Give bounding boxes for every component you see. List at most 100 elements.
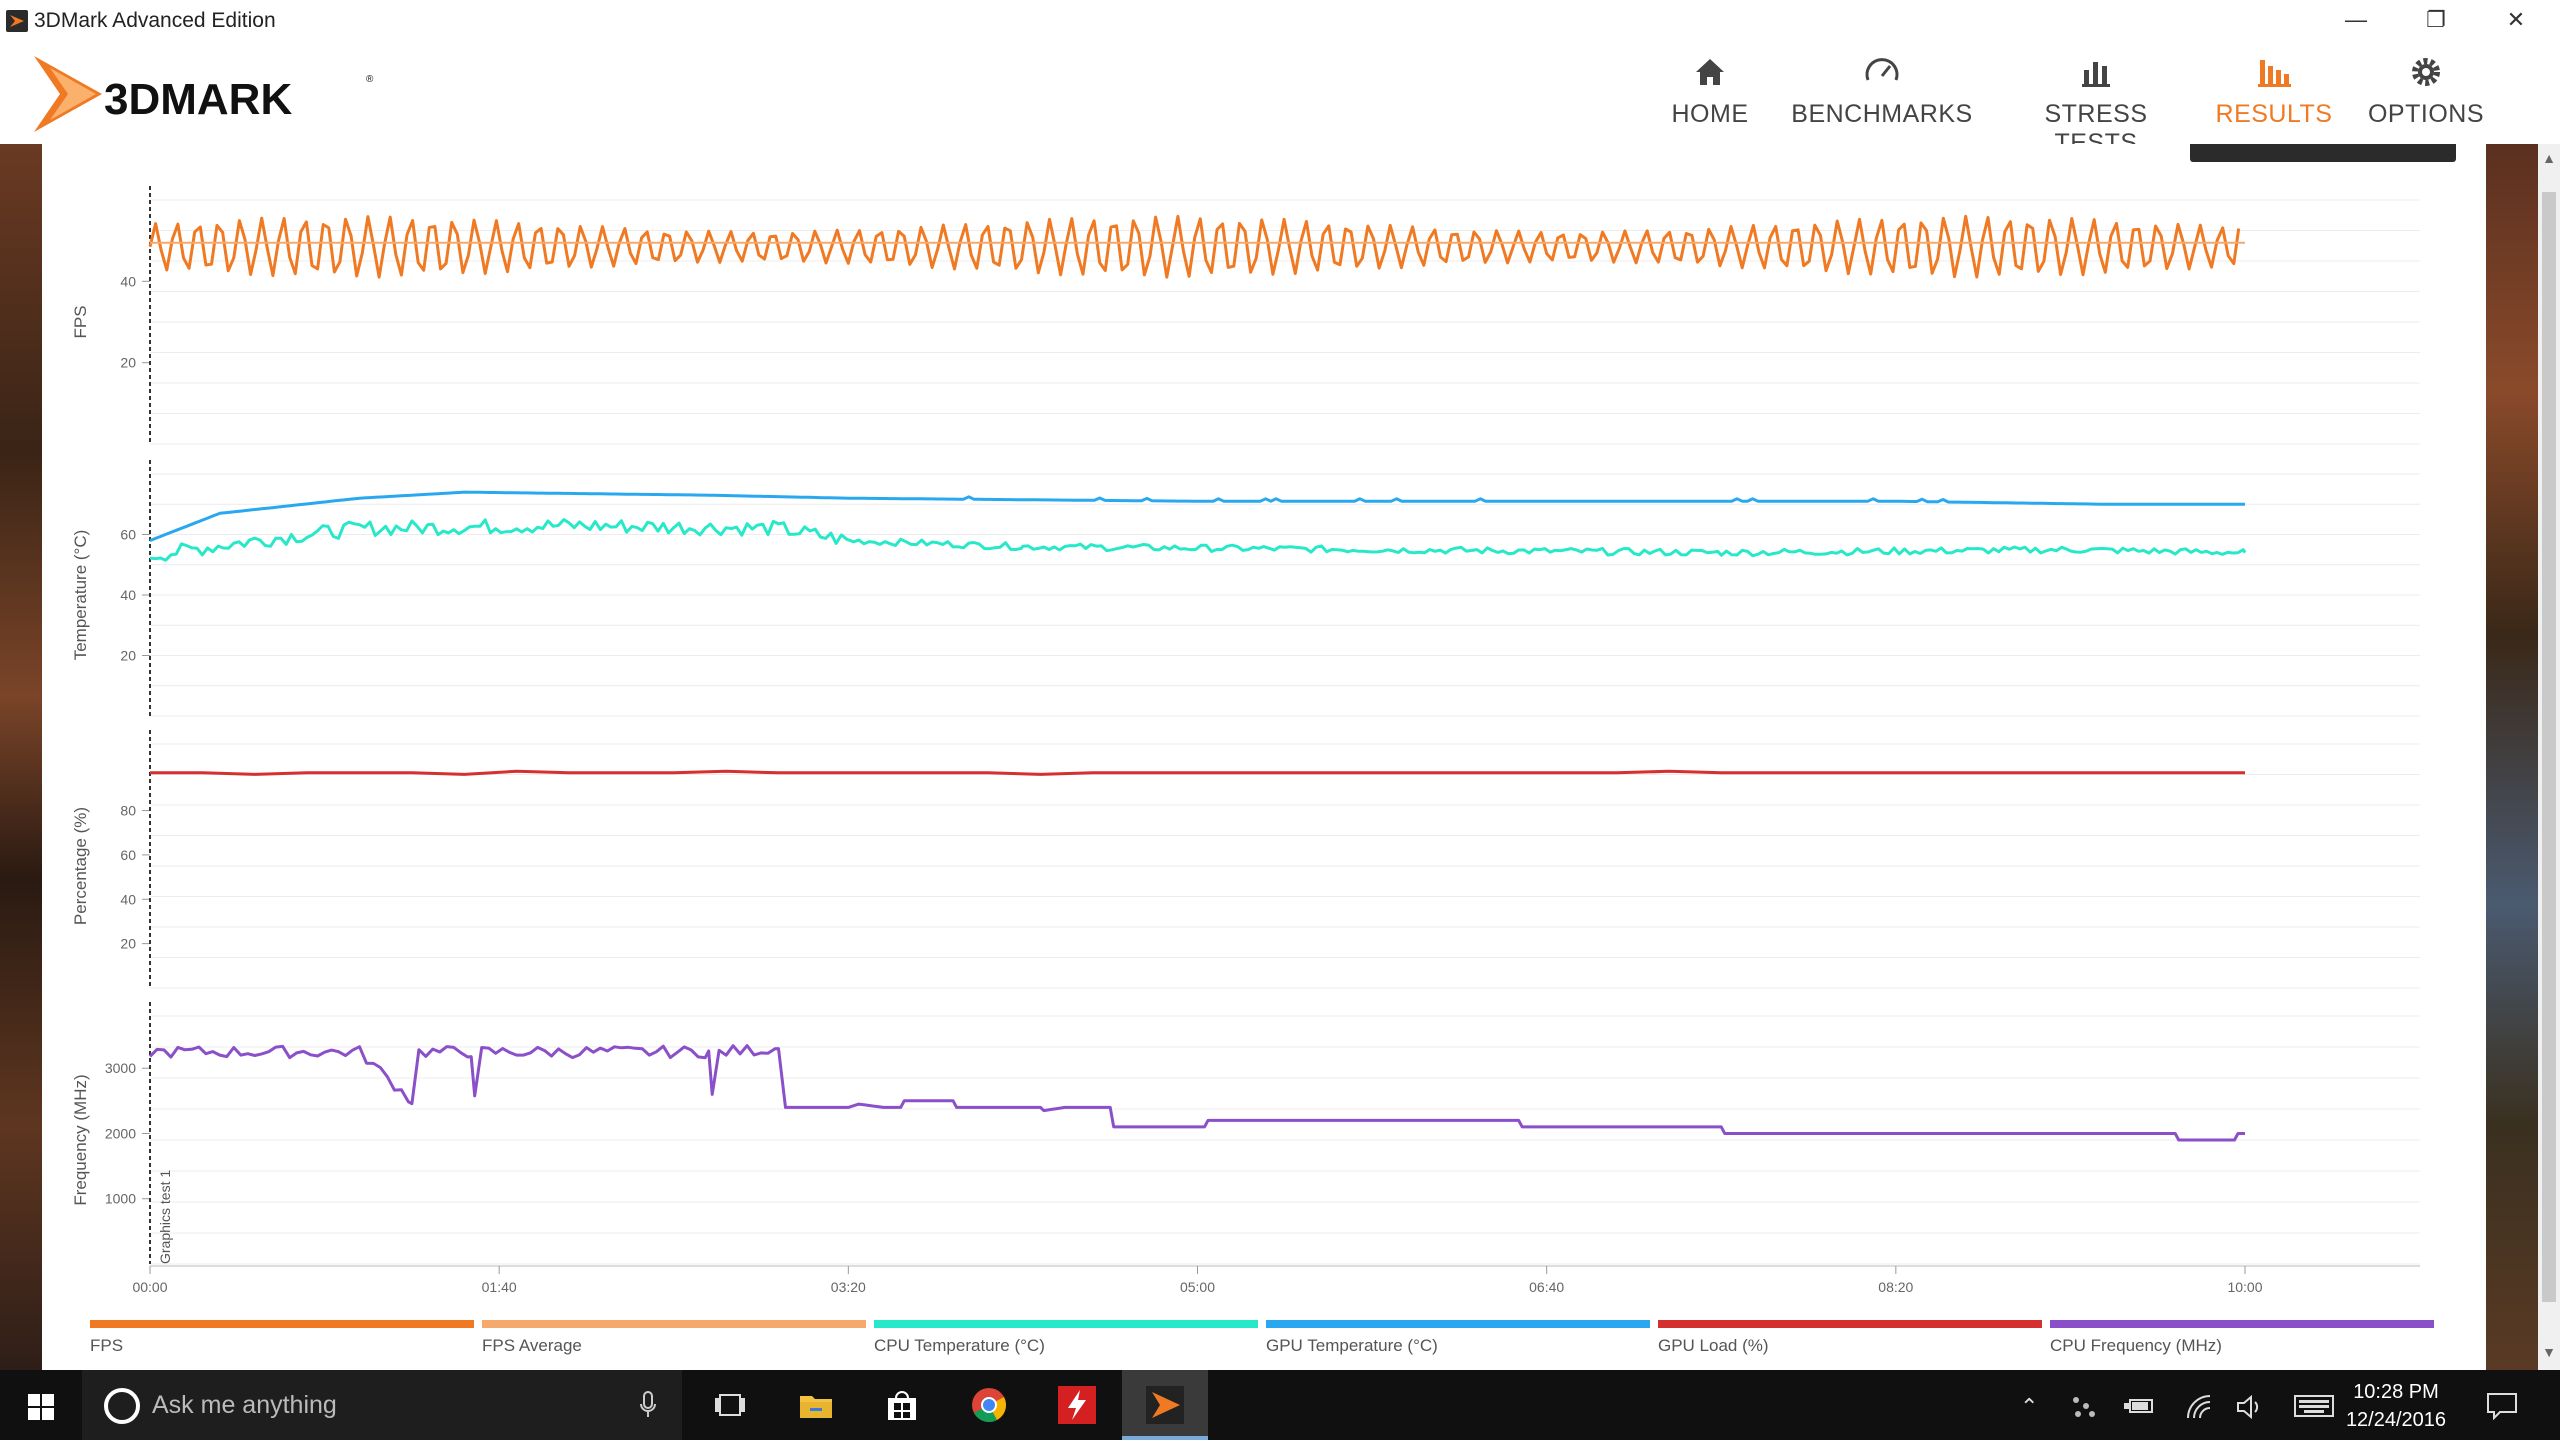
search-placeholder: Ask me anything	[152, 1391, 337, 1419]
y-tick-label: 1000	[105, 1191, 136, 1207]
scroll-down-arrow[interactable]: ▼	[2542, 1344, 2556, 1364]
legend-item-cpu-temperature[interactable]: CPU Temperature (°C)	[874, 1320, 1258, 1356]
y-tick-label: 40	[120, 273, 136, 289]
legend-label: GPU Load (%)	[1658, 1336, 1769, 1355]
nav-label-home: HOME	[1671, 100, 1749, 128]
results-icon	[2258, 60, 2291, 87]
monitoring-chart: 20 40 FPS 20 40 60 Temperature (°C) 20 40 60 80 Per…	[71, 186, 2420, 1295]
gear-icon	[2412, 58, 2440, 86]
nav-home[interactable]: HOME	[1660, 52, 1760, 142]
legend-label: CPU Frequency (MHz)	[2050, 1336, 2222, 1355]
clock-date: 12/24/2016	[2345, 1409, 2447, 1431]
nav-benchmarks[interactable]: BENCHMARKS	[1784, 52, 1980, 142]
close-button[interactable]: ✕	[2476, 0, 2556, 42]
nav-stress-tests[interactable]: STRESS TESTS	[2006, 52, 2186, 157]
chrome-button[interactable]	[960, 1370, 1018, 1440]
legend-item-gpu-load[interactable]: GPU Load (%)	[1658, 1320, 2042, 1356]
series-line	[148, 214, 2241, 279]
legend-item-fps[interactable]: FPS	[90, 1320, 474, 1356]
nav-label-options: OPTIONS	[2367, 100, 2484, 128]
y-tick-label: 40	[120, 891, 136, 907]
show-hidden-icons[interactable]: ⌃	[2020, 1394, 2038, 1420]
home-icon	[1696, 59, 1724, 85]
y-tick-label: 40	[120, 587, 136, 603]
y-tick-label: 60	[120, 847, 136, 863]
file-explorer-button[interactable]	[786, 1370, 844, 1440]
clock-time: 10:28 PM	[2353, 1381, 2439, 1403]
legend-label: CPU Temperature (°C)	[874, 1336, 1045, 1355]
flash-app-button[interactable]	[1048, 1370, 1106, 1440]
bar-chart-icon	[2082, 62, 2110, 87]
3dmark-logo: 3DMARK ®	[30, 48, 390, 143]
app-header: 3DMARK ® HOME BENCHMARKS STRESS TESTS RE…	[0, 42, 2560, 157]
restore-button[interactable]: ❐	[2396, 0, 2476, 42]
y-tick-label: 3000	[105, 1060, 136, 1076]
3dmark-taskbar-icon	[1146, 1386, 1184, 1424]
nav-results[interactable]: RESULTS	[2214, 52, 2334, 142]
legend-item-gpu-temperature[interactable]: GPU Temperature (°C)	[1266, 1320, 1650, 1356]
y-tick-label: 2000	[105, 1125, 136, 1141]
action-center-icon[interactable]	[2486, 1392, 2518, 1420]
legend-swatch	[482, 1320, 866, 1328]
keyboard-icon[interactable]	[2294, 1394, 2334, 1418]
minimize-button[interactable]: —	[2316, 0, 2396, 42]
nav-label-results: RESULTS	[2215, 100, 2333, 128]
nav-label-benchmarks: BENCHMARKS	[1791, 100, 1973, 128]
x-tick-label: 00:00	[132, 1279, 167, 1295]
y-axis-label: Frequency (MHz)	[71, 1074, 90, 1205]
cortana-icon	[104, 1388, 140, 1424]
legend-label: FPS Average	[482, 1336, 582, 1355]
x-tick-label: 08:20	[1878, 1279, 1913, 1295]
x-tick-label: 05:00	[1180, 1279, 1215, 1295]
y-tick-label: 20	[120, 355, 136, 371]
scrollbar[interactable]: ▲ ▼	[2538, 144, 2560, 1370]
y-tick-label: 80	[120, 803, 136, 819]
legend-swatch	[1658, 1320, 2042, 1328]
legend-swatch	[1266, 1320, 1650, 1328]
legend-swatch	[90, 1320, 474, 1328]
chrome-icon	[972, 1388, 1006, 1422]
x-tick-label: 01:40	[482, 1279, 517, 1295]
3dmark-taskbar-button[interactable]	[1122, 1370, 1208, 1440]
windows-taskbar: Ask me anything ⌃ 10:28 PM 12/24/2016	[0, 1370, 2560, 1440]
task-view-button[interactable]	[700, 1370, 758, 1440]
scroll-up-arrow[interactable]: ▲	[2542, 150, 2556, 170]
file-explorer-icon	[800, 1396, 832, 1418]
legend-swatch	[2050, 1320, 2434, 1328]
window-title: 3DMark Advanced Edition	[34, 9, 276, 32]
legend-swatch	[874, 1320, 1258, 1328]
scrollbar-thumb[interactable]	[2542, 192, 2556, 1302]
flash-app-icon	[1058, 1386, 1096, 1424]
y-axis-label: FPS	[71, 305, 90, 338]
gauge-icon	[1865, 58, 1899, 81]
title-bar: 3DMark Advanced Edition — ❐ ✕	[0, 0, 2560, 42]
task-view-icon	[715, 1394, 745, 1416]
legend-item-fps-average[interactable]: FPS Average	[482, 1320, 866, 1356]
y-axis-label: Temperature (°C)	[71, 530, 90, 661]
store-icon	[888, 1391, 916, 1420]
x-tick-label: 03:20	[831, 1279, 866, 1295]
series-line	[149, 518, 2247, 562]
legend-label: FPS	[90, 1336, 124, 1355]
svg-text:®: ®	[366, 74, 374, 85]
nav-options[interactable]: OPTIONS	[2366, 52, 2486, 142]
series-line	[149, 490, 2245, 542]
y-tick-label: 20	[120, 648, 136, 664]
start-button[interactable]	[0, 1370, 82, 1440]
legend-item-cpu-frequency[interactable]: CPU Frequency (MHz)	[2050, 1320, 2434, 1356]
svg-text:3DMARK: 3DMARK	[104, 75, 292, 124]
microphone-icon[interactable]	[638, 1390, 658, 1420]
store-button[interactable]	[872, 1370, 930, 1440]
network-device-icon[interactable]	[2068, 1392, 2098, 1420]
system-clock[interactable]: 10:28 PM 12/24/2016	[2336, 1378, 2456, 1434]
cortana-search-box[interactable]: Ask me anything	[82, 1370, 682, 1440]
legend-label: GPU Temperature (°C)	[1266, 1336, 1438, 1355]
x-tick-label: 06:40	[1529, 1279, 1564, 1295]
windows-logo-icon	[28, 1394, 54, 1420]
x-tick-label: 10:00	[2227, 1279, 2262, 1295]
y-tick-label: 20	[120, 936, 136, 952]
series-line	[150, 769, 2245, 776]
wifi-icon[interactable]	[2184, 1394, 2212, 1420]
volume-icon[interactable]	[2236, 1394, 2266, 1420]
battery-icon[interactable]	[2124, 1394, 2156, 1418]
